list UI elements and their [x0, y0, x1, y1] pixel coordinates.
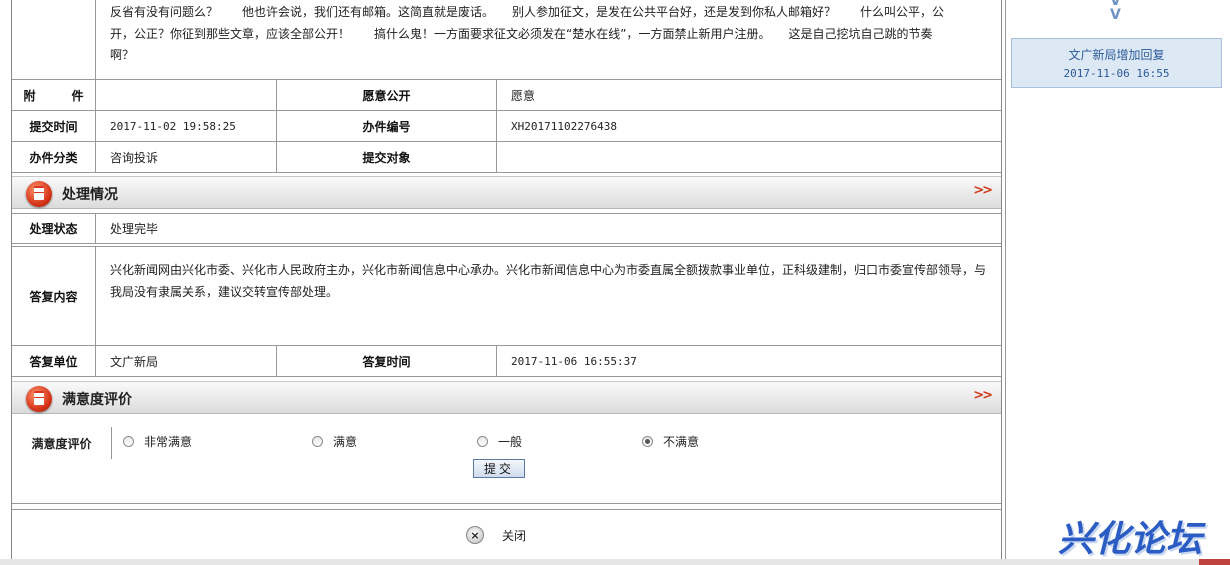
- radio-button[interactable]: [123, 436, 134, 447]
- submit-time-label: 提交时间: [12, 111, 96, 141]
- reply-timeline-title[interactable]: 文广新局增加回复: [1012, 46, 1221, 63]
- processing-section-title: 处理情况: [62, 187, 118, 203]
- description-line: 啊？: [110, 48, 135, 62]
- option-label: 满意: [333, 435, 358, 449]
- option-label: 不满意: [663, 435, 700, 449]
- attachment-value: [96, 80, 277, 110]
- submit-time-value: 2017-11-02 19:58:25: [96, 111, 277, 141]
- description-row: 反省有没有问题么？ 他也许会说，我们还有邮箱。这简直就是废话。 别人参加征文，是…: [12, 0, 1001, 80]
- option-label: 一般: [498, 435, 523, 449]
- reply-line: 兴化新闻网由兴化市委、兴化市人民政府主办，兴化市新闻信息中心承办。兴化市新闻信息…: [110, 263, 987, 277]
- satisfaction-section-header: 满意度评价 >>: [12, 381, 1001, 414]
- category-label: 办件分类: [12, 142, 96, 172]
- double-chevron-right-icon[interactable]: >>: [973, 183, 993, 198]
- attachment-label: 附 件: [12, 80, 96, 110]
- description-line: 反省有没有问题么？ 他也许会说，我们还有邮箱。这简直就是废话。 别人参加征文，是…: [110, 5, 945, 19]
- close-top-line: [12, 509, 1001, 510]
- reply-unit-value: 文广新局: [96, 346, 277, 376]
- satisfaction-option-dissatisfied[interactable]: 不满意: [642, 433, 699, 450]
- reply-time-label: 答复时间: [277, 346, 497, 376]
- satisfaction-option-average[interactable]: 一般: [477, 433, 522, 450]
- close-icon[interactable]: ×: [466, 526, 484, 544]
- target-label: 提交对象: [277, 142, 497, 172]
- taskbar-edge: [1199, 559, 1230, 565]
- option-label: 非常满意: [144, 435, 193, 449]
- public-label: 愿意公开: [277, 80, 497, 110]
- status-row: 处理状态 处理完毕: [12, 213, 1001, 244]
- reply-content-row: 答复内容 兴化新闻网由兴化市委、兴化市人民政府主办，兴化市新闻信息中心承办。兴化…: [12, 246, 1001, 346]
- public-value: 愿意: [511, 88, 536, 103]
- site-logo: 兴化论坛: [1058, 519, 1203, 560]
- satisfaction-bottom-line: [12, 503, 1001, 504]
- reply-content-text: 兴化新闻网由兴化市委、兴化市人民政府主办，兴化市新闻信息中心承办。兴化市新闻信息…: [110, 259, 990, 303]
- case-number-label: 办件编号: [277, 111, 497, 141]
- petition-description: 反省有没有问题么？ 他也许会说，我们还有邮箱。这简直就是废话。 别人参加征文，是…: [110, 2, 972, 67]
- description-label-cell: [12, 0, 96, 79]
- category-value: 咨询投诉: [96, 142, 277, 172]
- case-number-value: XH20171102276438: [511, 119, 617, 133]
- satisfaction-option-satisfied[interactable]: 满意: [312, 433, 357, 450]
- reply-line: 我局没有隶属关系，建议交转宣传部处理。: [110, 285, 339, 299]
- radio-button[interactable]: [477, 436, 488, 447]
- reply-unit-label: 答复单位: [12, 346, 96, 376]
- close-button[interactable]: × 关闭: [466, 526, 526, 544]
- status-label: 处理状态: [12, 214, 96, 243]
- reply-timeline-time: 2017-11-06 16:55: [1063, 67, 1170, 80]
- chevron-down-icon: VV: [1110, 0, 1121, 23]
- submit-button[interactable]: 提交: [473, 459, 525, 478]
- double-chevron-right-icon[interactable]: >>: [973, 388, 993, 403]
- reply-content-label: 答复内容: [12, 247, 96, 345]
- submit-time-row: 提交时间 2017-11-02 19:58:25 办件编号 XH20171102…: [12, 111, 1001, 142]
- document-icon: [26, 386, 52, 412]
- target-value: [497, 142, 1001, 172]
- satisfaction-label: 满意度评价: [12, 427, 112, 459]
- status-value: 处理完毕: [110, 222, 159, 236]
- radio-button-checked[interactable]: [642, 436, 653, 447]
- description-line: 开，公正？你征到那些文章，应该全部公开！ 搞什么鬼！一方面要求征文必须发在“楚水…: [110, 26, 933, 41]
- sidebar-divider: [1005, 0, 1006, 565]
- attachment-row: 附 件 愿意公开 愿意: [12, 80, 1001, 111]
- category-row: 办件分类 咨询投诉 提交对象: [12, 142, 1001, 173]
- close-label[interactable]: 关闭: [502, 527, 526, 544]
- reply-timeline-item[interactable]: 文广新局增加回复 2017-11-06 16:55: [1011, 38, 1222, 88]
- reply-time-value: 2017-11-06 16:55:37: [511, 354, 637, 368]
- processing-section-header: 处理情况 >>: [12, 176, 1001, 209]
- satisfaction-option-very-satisfied[interactable]: 非常满意: [123, 433, 192, 450]
- document-icon: [26, 181, 52, 207]
- reply-unit-row: 答复单位 文广新局 答复时间 2017-11-06 16:55:37: [12, 346, 1001, 377]
- radio-button[interactable]: [312, 436, 323, 447]
- satisfaction-section-title: 满意度评价: [62, 392, 132, 408]
- bottom-scrollbar[interactable]: [0, 559, 1230, 565]
